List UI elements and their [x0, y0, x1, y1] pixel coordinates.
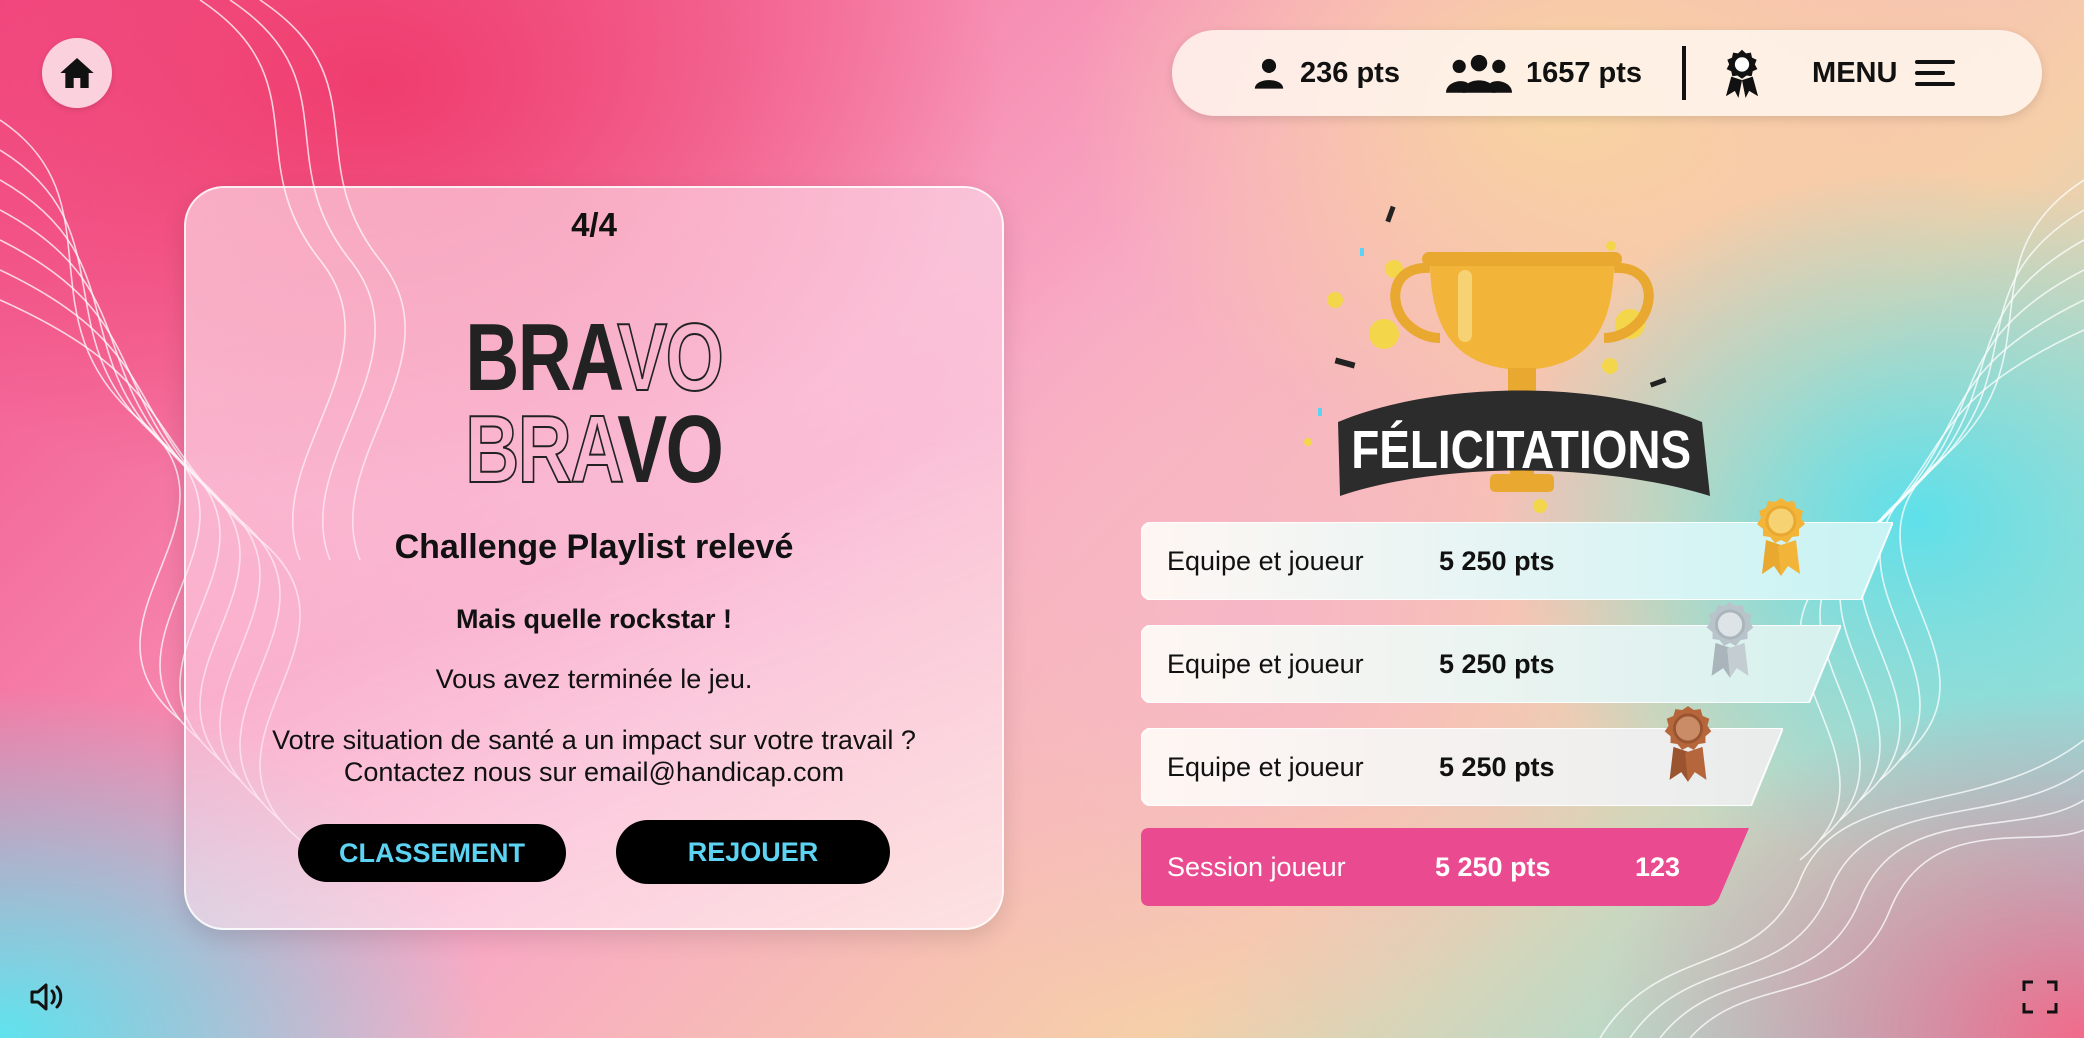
menu-label: MENU — [1812, 56, 1898, 89]
team-icon — [1445, 54, 1512, 93]
card-text: Vous avez terminée le jeu. — [435, 664, 753, 694]
step-counter: 4/4 — [571, 206, 617, 243]
bravo-logo-line-1: BRAVO — [465, 304, 724, 411]
badge-icon[interactable] — [1720, 48, 1764, 98]
team-points: 1657 pts — [1525, 56, 1643, 89]
ranking-points: 5 250 pts — [1439, 648, 1555, 679]
card-title: Challenge Playlist relevé — [394, 528, 794, 566]
silver-medal-icon — [1706, 602, 1754, 678]
ranking-button[interactable]: CLASSEMENT — [298, 824, 566, 882]
ranking-points: 5 250 pts — [1439, 545, 1555, 576]
hamburger-icon — [1915, 60, 1956, 86]
bravo-logo-line-2: BRAVO — [465, 396, 724, 503]
card-info-line-2: Contactez nous sur email@handicap.com — [343, 757, 845, 787]
home-button[interactable] — [42, 38, 112, 108]
home-icon — [60, 58, 94, 88]
fullscreen-icon[interactable] — [2022, 980, 2058, 1014]
trophy-banner: FÉLICITATIONS — [1304, 205, 1710, 513]
gold-medal-icon — [1757, 498, 1805, 576]
bravo-logo: BRAVO BRAVO — [186, 304, 1002, 503]
ranking-label: Equipe et joueur — [1167, 751, 1364, 782]
card-info-line-1: Votre situation de santé a un impact sur… — [272, 725, 916, 755]
replay-button[interactable]: REJOUER — [616, 820, 890, 884]
card-subtitle: Mais quelle rockstar ! — [455, 604, 733, 634]
ranking-label: Equipe et joueur — [1167, 648, 1364, 679]
player-score: 236 pts — [1252, 55, 1400, 91]
player-points: 236 pts — [1300, 56, 1400, 89]
results-card: 4/4 BRAVO BRAVO Challenge Playlist relev… — [184, 186, 1004, 930]
session-points: 5 250 pts — [1435, 851, 1551, 882]
congrats-text: FÉLICITATIONS — [1351, 420, 1691, 480]
session-rank: 123 — [1635, 851, 1681, 882]
top-bar: 236 pts 1657 pts MENU — [1172, 30, 2042, 116]
sound-icon[interactable] — [28, 980, 66, 1014]
card-info: Votre situation de santé a un impact sur… — [186, 724, 1002, 788]
session-label: Session joueur — [1167, 851, 1346, 882]
ranking-points: 5 250 pts — [1439, 751, 1555, 782]
menu-button[interactable]: MENU — [1812, 56, 1956, 90]
ranking-label: Equipe et joueur — [1167, 545, 1364, 576]
divider — [1682, 46, 1687, 100]
bronze-medal-icon — [1664, 706, 1712, 782]
user-icon — [1254, 58, 1284, 89]
session-row: Session joueur 5 250 pts 123 — [1141, 828, 1749, 906]
team-score: 1657 pts — [1445, 53, 1643, 93]
